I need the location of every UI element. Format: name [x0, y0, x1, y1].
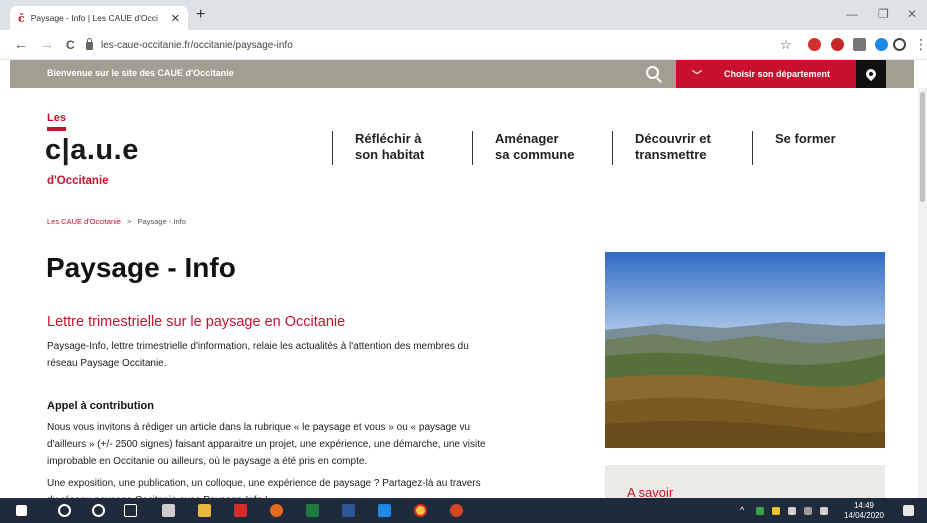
minimize-icon[interactable]: —: [846, 7, 858, 21]
browser-tab-bar: č Paysage - Info | Les CAUE d'Occi ✕ + —…: [0, 0, 927, 30]
tray-app-icon[interactable]: [772, 507, 780, 515]
profile-avatar-icon[interactable]: [893, 38, 906, 51]
excel-icon[interactable]: [306, 504, 319, 517]
reload-icon[interactable]: C: [66, 38, 75, 52]
outlook-icon[interactable]: [378, 504, 391, 517]
word-icon[interactable]: [342, 504, 355, 517]
bookmark-star-icon[interactable]: ☆: [780, 37, 792, 53]
tab-title: Paysage - Info | Les CAUE d'Occi: [30, 13, 158, 23]
nav-item-commune[interactable]: Aménager sa commune: [472, 131, 574, 165]
extension-icon[interactable]: [831, 38, 844, 51]
body-line: Nous vous invitons à rédiger un article …: [47, 422, 471, 433]
windows-start-icon[interactable]: [16, 505, 27, 516]
map-pin-icon: [863, 66, 879, 82]
browser-menu-icon[interactable]: ⋮: [914, 36, 927, 53]
notification-center-icon[interactable]: [903, 505, 914, 516]
calculator-icon[interactable]: [162, 504, 175, 517]
browser-tab[interactable]: č Paysage - Info | Les CAUE d'Occi ✕: [10, 6, 188, 30]
breadcrumb-separator: >: [127, 217, 132, 226]
nav-label-line2: sa commune: [495, 147, 575, 162]
nav-label-line1: Découvrir et: [635, 131, 711, 146]
powerpoint-icon[interactable]: [450, 504, 463, 517]
nav-item-se-former[interactable]: Se former: [752, 131, 836, 165]
nav-item-transmettre[interactable]: Découvrir et transmettre: [612, 131, 711, 165]
scrollbar-thumb[interactable]: [920, 92, 925, 202]
extension-icon[interactable]: [853, 38, 866, 51]
task-view-icon[interactable]: [124, 504, 137, 517]
search-icon[interactable]: [646, 66, 659, 79]
logo-les: Les: [47, 112, 66, 124]
file-explorer-icon[interactable]: [198, 504, 211, 517]
taskbar-clock[interactable]: 14:49 14/04/2020: [838, 501, 890, 521]
firefox-icon[interactable]: [270, 504, 283, 517]
nav-label-line1: Se former: [775, 131, 836, 146]
body-line: d'ailleurs » (+/- 2500 signes) faisant a…: [47, 439, 486, 450]
browser-toolbar: ← → C les-caue-occitanie.fr/occitanie/pa…: [0, 30, 927, 60]
welcome-text: Bienvenue sur le site des CAUE d'Occitan…: [47, 68, 234, 78]
breadcrumb: Les CAUE d'Occitanie > Paysage - Info: [47, 217, 186, 226]
site-favicon-icon: č: [18, 11, 25, 25]
url-text: les-caue-occitanie.fr/occitanie/paysage-…: [101, 39, 293, 51]
wifi-icon[interactable]: [804, 507, 812, 515]
cortana-icon[interactable]: [92, 504, 105, 517]
map-pin-button[interactable]: [856, 60, 886, 88]
body-line: Une exposition, une publication, un coll…: [47, 478, 481, 489]
nav-item-habitat[interactable]: Réfléchir à son habitat: [332, 131, 424, 165]
intro-line: réseau Paysage Occitanie.: [47, 358, 167, 369]
page-scrollbar[interactable]: [918, 88, 927, 498]
chevron-down-icon: ﹀: [692, 70, 702, 82]
maximize-icon[interactable]: ❐: [878, 7, 889, 21]
logo-caue: c|a.u.e: [45, 134, 139, 166]
chrome-icon[interactable]: [414, 504, 427, 517]
lock-icon: [86, 38, 93, 50]
breadcrumb-current: Paysage - Info: [137, 217, 186, 226]
pdf-reader-icon[interactable]: [234, 504, 247, 517]
body-line: improbable en Occitanie ou ailleurs, où …: [47, 456, 368, 467]
body-paragraph-2: Une exposition, une publication, un coll…: [47, 475, 547, 498]
new-tab-button[interactable]: +: [196, 6, 205, 24]
nav-label-line1: Aménager: [495, 131, 559, 146]
site-top-bar: Bienvenue sur le site des CAUE d'Occitan…: [10, 60, 914, 88]
network-icon[interactable]: [788, 507, 796, 515]
body-paragraph: Nous vous invitons à rédiger un article …: [47, 419, 547, 470]
window-close-icon[interactable]: ✕: [907, 7, 917, 21]
skype-extension-icon[interactable]: [875, 38, 888, 51]
tray-expand-icon[interactable]: ^: [740, 505, 744, 515]
windows-taskbar: ^ 14:49 14/04/2020: [0, 498, 927, 523]
page-subtitle: Lettre trimestrielle sur le paysage en O…: [47, 314, 346, 330]
intro-paragraph: Paysage-Info, lettre trimestrielle d'inf…: [47, 338, 547, 372]
landscape-photo: [605, 252, 885, 448]
nav-label-line1: Réfléchir à: [355, 131, 422, 146]
search-icon[interactable]: [58, 504, 71, 517]
adblock-extension-icon[interactable]: [808, 38, 821, 51]
tray-app-icon[interactable]: [756, 507, 764, 515]
choose-department-label: Choisir son département: [724, 69, 831, 79]
breadcrumb-home-link[interactable]: Les CAUE d'Occitanie: [47, 217, 121, 226]
landscape-image: [605, 252, 885, 448]
logo-occitanie: d'Occitanie: [47, 175, 109, 187]
tab-close-icon[interactable]: ✕: [171, 12, 180, 25]
clock-date: 14/04/2020: [843, 511, 885, 520]
nav-label-line2: son habitat: [355, 147, 425, 162]
forward-icon[interactable]: →: [40, 36, 54, 52]
address-bar[interactable]: les-caue-occitanie.fr/occitanie/paysage-…: [86, 35, 726, 55]
back-icon[interactable]: ←: [14, 36, 28, 52]
logo-bar: [47, 127, 66, 131]
page-title: Paysage - Info: [46, 252, 236, 283]
section-title: Appel à contribution: [47, 400, 154, 412]
choose-department-button[interactable]: ﹀ Choisir son département: [676, 60, 856, 88]
nav-label-line2: transmettre: [635, 147, 707, 162]
clock-time: 14:49: [853, 501, 875, 510]
intro-line: Paysage-Info, lettre trimestrielle d'inf…: [47, 341, 469, 352]
volume-icon[interactable]: [820, 507, 828, 515]
